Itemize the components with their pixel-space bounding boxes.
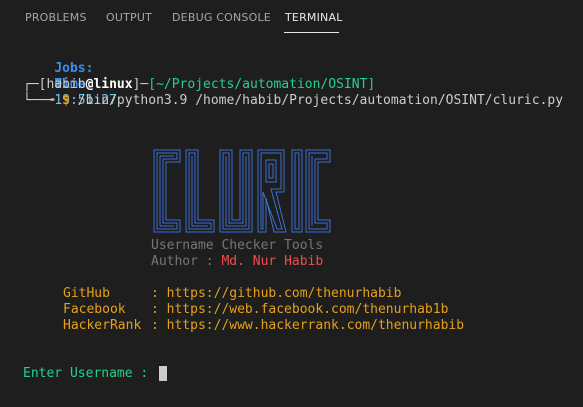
tab-problems[interactable]: PROBLEMS [25, 11, 87, 24]
prompt-host: linux [93, 77, 133, 92]
cluric-logo [152, 148, 332, 239]
author-label: Author : [151, 254, 214, 269]
link-label: HackerRank [63, 318, 142, 333]
terminal-cursor[interactable] [159, 366, 167, 381]
command-text: /bin/python3.9 /home/habib/Projects/auto… [77, 93, 564, 108]
prompt-cwd: [~/Projects/automation/OSINT] [148, 77, 376, 92]
tab-debug-console[interactable]: DEBUG CONSOLE [172, 11, 271, 24]
author-line: Author : Md. Nur Habib [151, 254, 323, 270]
link-separator: : [151, 318, 159, 333]
prompt-symbol: $ [62, 93, 70, 108]
username-prompt: Enter Username : [23, 366, 149, 381]
banner-subtitle: Username Checker Tools [151, 238, 324, 253]
terminal-output[interactable]: Jobs: 0 Time: 19:51:27 ┌─[habib@linux]─[… [0, 36, 583, 407]
tab-terminal[interactable]: TERMINAL [285, 11, 343, 24]
prompt-corner-bottom: └──╼ [23, 93, 55, 108]
prompt-user: habib [46, 77, 86, 92]
prompt-corner-top: ┌─ [23, 77, 39, 92]
link-separator: : [151, 302, 159, 317]
command-line: └──╼ $ /bin/python3.9 /home/habib/Projec… [23, 93, 563, 109]
link-label: Facebook [63, 302, 126, 317]
link-label: GitHub [63, 286, 110, 301]
panel-tab-bar: PROBLEMS OUTPUT DEBUG CONSOLE TERMINAL [0, 0, 583, 36]
active-tab-indicator [284, 32, 339, 33]
author-name: Md. Nur Habib [221, 254, 324, 269]
link-hackerrank: HackerRank: https://www.hackerrank.com/t… [63, 318, 464, 334]
link-github: GitHub: https://github.com/thenurhabib [63, 286, 401, 302]
link-separator: : [151, 286, 159, 301]
link-url[interactable]: https://github.com/thenurhabib [167, 286, 402, 301]
cluric-logo-art [153, 149, 331, 233]
link-url[interactable]: https://web.facebook.com/thenurhab1b [167, 302, 449, 317]
prompt-context-line: ┌─[habib@linux]─[~/Projects/automation/O… [23, 77, 375, 93]
tab-output[interactable]: OUTPUT [106, 11, 152, 24]
link-facebook: Facebook: https://web.facebook.com/thenu… [63, 302, 448, 318]
link-url[interactable]: https://www.hackerrank.com/thenurhabib [167, 318, 464, 333]
